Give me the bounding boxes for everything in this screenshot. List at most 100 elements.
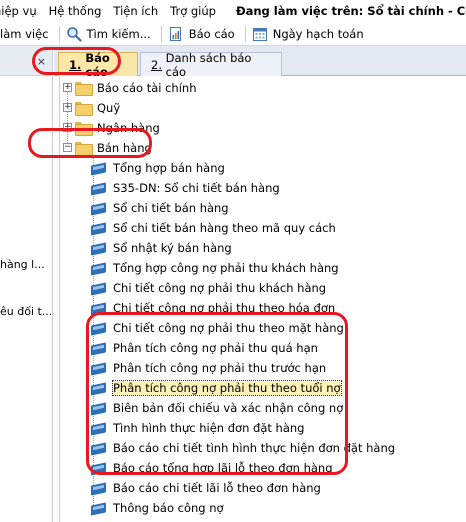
menu-tro-giup[interactable]: Trợ giúp [164,4,222,18]
tree-report-label: Phân tích công nợ phải thu quá hạn [113,341,318,355]
tree-report-item[interactable]: Tổng hợp công nợ phải thu khách hàng [91,258,339,278]
tree-report-label: Báo cáo chi tiết lãi lỗ theo đơn hàng [113,481,321,495]
report-book-icon [91,162,107,175]
tree-report-item[interactable]: Tổng hợp bán hàng [91,158,225,178]
tree-report-label: Chi tiết công nợ phải thu theo mặt hàng [113,321,344,335]
tab-label: Báo cáo [85,50,110,79]
report-icon [168,26,184,42]
tree-report-label: Chi tiết công nợ phải thu theo hóa đơn [113,301,336,315]
tree-report-item[interactable]: Báo cáo chi tiết tình hình thực hiện đơn… [91,438,395,458]
tree-report-item[interactable]: Sổ chi tiết bán hàng [91,198,229,218]
tree-report-item-selected[interactable]: Phân tích công nợ phải thu theo tuổi nợ [91,378,342,398]
posting-date-button[interactable]: Ngày hạch toán [252,26,364,42]
tree-report-label: Sổ chi tiết bán hàng theo mã quy cách [113,221,336,235]
left-panel-header: × [0,46,52,76]
report-book-icon [91,482,107,495]
tree-report-label: Tình hình thực hiện đơn đặt hàng [113,421,305,435]
tree-report-item[interactable]: Tình hình thực hiện đơn đặt hàng [91,418,304,438]
tree-connector [67,83,68,147]
search-icon [66,26,82,42]
tree-report-item[interactable]: Phân tích công nợ phải thu trước hạn [91,358,326,378]
tree-report-item[interactable]: Báo cáo tổng hợp lãi lỗ theo đơn hàng [91,458,333,478]
panel-splitter[interactable] [54,76,60,522]
tree-report-item[interactable]: Sổ nhật ký bán hàng [91,238,232,258]
report-book-icon [91,422,107,435]
tabs-bar: 1. Báo cáo 2. Danh sách báo cáo [54,46,466,79]
report-book-icon [91,462,107,475]
report-book-icon [91,302,107,315]
tab-danh-sach-bao-cao[interactable]: 2. Danh sách báo cáo [140,50,282,79]
tree-report-item[interactable]: Phân tích công nợ phải thu quá hạn [91,338,318,358]
tree-report-label: Báo cáo tổng hợp lãi lỗ theo đơn hàng [113,461,333,475]
tree-folder-quy[interactable]: Quỹ [75,98,120,118]
tree-report-item[interactable]: Biên bản đối chiếu và xác nhận công nợ [91,398,343,418]
expand-toggle[interactable]: + [63,83,72,92]
report-book-icon [91,382,107,395]
search-button[interactable]: Tìm kiếm... [66,26,151,42]
tree-report-item[interactable]: Thông báo công nợ [91,498,224,518]
tree-folder-ban-hang[interactable]: Bán hàng [75,138,152,158]
search-label: Tìm kiếm... [86,26,151,41]
tree-report-label: Tổng hợp bán hàng [113,161,225,175]
report-tree: + Báo cáo tài chính + Quỹ + Ngân hàng − … [61,77,466,522]
tree-report-label: Tổng hợp công nợ phải thu khách hàng [113,261,339,275]
tree-report-label: Biên bản đối chiếu và xác nhận công nợ [113,401,344,415]
tree-report-label: Sổ chi tiết bán hàng [113,201,229,215]
tab-bao-cao[interactable]: 1. Báo cáo [58,50,138,79]
report-book-icon [91,402,107,415]
tab-label: Danh sách báo cáo [165,50,252,79]
report-button[interactable]: Báo cáo [168,26,235,42]
posting-date-label: Ngày hạch toán [272,26,364,41]
toolbar-separator [160,25,162,42]
report-book-icon [91,262,107,275]
tree-report-item[interactable]: Báo cáo chi tiết lãi lỗ theo đơn hàng [91,478,321,498]
toolbar-separator [244,25,246,42]
folder-icon [75,102,93,116]
tree-report-label: Phân tích công nợ phải thu trước hạn [113,361,327,375]
report-book-icon [91,222,107,235]
menu-he-thong[interactable]: Hệ thống [43,4,108,18]
expand-toggle[interactable]: + [63,103,72,112]
report-book-icon [91,242,107,255]
tree-folder-bao-cao-tai-chinh[interactable]: Báo cáo tài chính [75,78,196,98]
tree-report-label: Phân tích công nợ phải thu theo tuổi nợ [112,380,342,396]
report-book-icon [91,362,107,375]
expand-toggle[interactable]: + [63,123,72,132]
workspace-button[interactable]: làm việc [0,27,49,41]
tree-report-label: S35-DN: Sổ chi tiết bán hàng [113,181,280,195]
tree-folder-label: Báo cáo tài chính [97,81,197,95]
tree-report-label: Sổ nhật ký bán hàng [113,241,232,255]
left-panel: × hàng l... êu đối t... [0,46,53,522]
report-book-icon [91,202,107,215]
menu-bar: hiệp vụ Hệ thống Tiện ích Trợ giúp Đang … [0,0,466,22]
tree-report-label: Báo cáo chi tiết tình hình thực hiện đơn… [113,441,396,455]
report-book-icon [91,322,107,335]
tree-report-item[interactable]: Sổ chi tiết bán hàng theo mã quy cách [91,218,336,238]
collapse-toggle[interactable]: − [63,143,72,152]
folder-icon [75,122,93,136]
tree-report-item[interactable]: Chi tiết công nợ phải thu theo hóa đơn [91,298,335,318]
tree-report-item[interactable]: S35-DN: Sổ chi tiết bán hàng [91,178,280,198]
calendar-icon [252,26,268,42]
close-icon[interactable]: × [37,55,46,68]
workspace-label: làm việc [0,26,49,41]
tree-folder-label: Quỹ [97,101,121,115]
menu-nghiep-vu[interactable]: hiệp vụ [0,4,43,18]
tree-folder-label: Ngân hàng [97,121,160,135]
tree-report-label: Thông báo công nợ [113,501,224,515]
tree-report-label: Chi tiết công nợ phải thu khách hàng [113,281,327,295]
tree-folder-ngan-hang[interactable]: Ngân hàng [75,118,160,138]
tree-folder-label: Bán hàng [97,141,152,155]
report-book-icon [91,442,107,455]
folder-open-icon [75,142,93,156]
report-book-icon [91,342,107,355]
left-panel-item[interactable]: êu đối t... [0,305,52,318]
tree-report-item[interactable]: Chi tiết công nợ phải thu theo mặt hàng [91,318,344,338]
tree-report-item[interactable]: Chi tiết công nợ phải thu khách hàng [91,278,326,298]
folder-icon [75,82,93,96]
tab-number: 1. [69,57,82,72]
report-book-icon [91,502,107,515]
toolbar-separator [58,25,60,42]
menu-tien-ich[interactable]: Tiện ích [107,4,164,18]
left-panel-item[interactable]: hàng l... [0,258,45,271]
